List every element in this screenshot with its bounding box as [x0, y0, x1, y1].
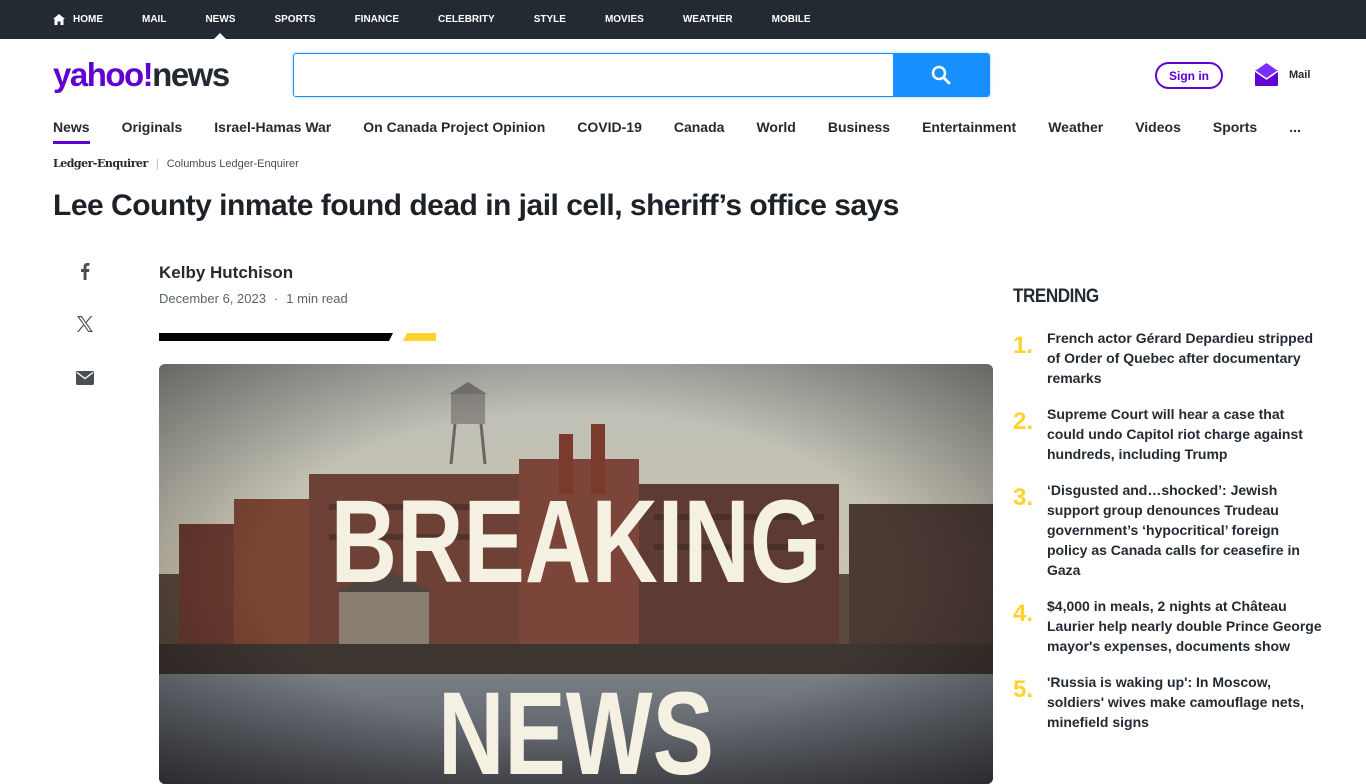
- facebook-icon: [81, 263, 90, 280]
- subnav-entertainment[interactable]: Entertainment: [922, 112, 1016, 144]
- sign-in-button[interactable]: Sign in: [1155, 62, 1223, 89]
- trending-title: TRENDING: [1013, 286, 1099, 307]
- subnav-news[interactable]: News: [53, 112, 90, 144]
- subnav-videos[interactable]: Videos: [1135, 112, 1181, 144]
- topnav-movies[interactable]: MOVIES: [605, 0, 644, 39]
- trending-item[interactable]: 2. Supreme Court will hear a case that c…: [1013, 404, 1323, 464]
- email-icon: [76, 371, 94, 385]
- section-nav: News Originals Israel-Hamas War On Canad…: [53, 112, 1333, 144]
- trending-number: 5.: [1013, 676, 1034, 703]
- mail-label: Mail: [1289, 68, 1311, 81]
- article-hero-image[interactable]: BREAKING NEWS: [159, 364, 993, 784]
- breaking-news-graphic: BREAKING NEWS: [159, 364, 993, 784]
- trending-number: 3.: [1013, 484, 1034, 511]
- topnav-mail[interactable]: MAIL: [142, 0, 166, 39]
- top-bar: HOME MAIL NEWS SPORTS FINANCE CELEBRITY …: [0, 0, 1366, 39]
- subnav-business[interactable]: Business: [828, 112, 890, 144]
- logo-section: news: [152, 56, 230, 93]
- trending-link[interactable]: ‘Disgusted and…shocked’: Jewish support …: [1047, 480, 1323, 580]
- article-meta: December 6, 2023 · 1 min read: [159, 291, 348, 306]
- subnav-sports[interactable]: Sports: [1213, 112, 1257, 144]
- subnav-israel-hamas-war[interactable]: Israel-Hamas War: [214, 112, 331, 144]
- source-name: Columbus Ledger-Enquirer: [166, 157, 299, 170]
- trending-link[interactable]: 'Russia is waking up': In Moscow, soldie…: [1047, 672, 1323, 732]
- topnav-mobile[interactable]: MOBILE: [772, 0, 811, 39]
- topnav-news[interactable]: NEWS: [205, 0, 235, 39]
- mail-icon: [1254, 63, 1279, 86]
- subnav-world[interactable]: World: [756, 112, 795, 144]
- share-x-button[interactable]: [74, 313, 96, 335]
- subnav-weather[interactable]: Weather: [1048, 112, 1103, 144]
- subnav-covid[interactable]: COVID-19: [577, 112, 642, 144]
- trending-link[interactable]: Supreme Court will hear a case that coul…: [1047, 404, 1323, 464]
- trending-item[interactable]: 1. French actor Gérard Depardieu strippe…: [1013, 328, 1323, 388]
- hero-breaking-text: BREAKING: [331, 476, 822, 608]
- search-bar: [293, 53, 990, 97]
- article-headline: Lee County inmate found dead in jail cel…: [53, 189, 899, 222]
- topnav-finance[interactable]: FINANCE: [355, 0, 399, 39]
- trending-link[interactable]: French actor Gérard Depardieu stripped o…: [1047, 328, 1323, 388]
- article-date: December 6, 2023: [159, 291, 266, 306]
- decorative-stripe: [159, 333, 436, 341]
- search-icon: [931, 65, 951, 85]
- top-nav: HOME MAIL NEWS SPORTS FINANCE CELEBRITY …: [53, 0, 850, 39]
- subnav-more[interactable]: ...: [1289, 112, 1301, 144]
- logo-brand: yahoo!: [53, 56, 154, 93]
- share-email-button[interactable]: [74, 367, 96, 389]
- article-read-time: 1 min read: [286, 291, 348, 306]
- trending-item[interactable]: 5. 'Russia is waking up': In Moscow, sol…: [1013, 672, 1323, 732]
- trending-link[interactable]: $4,000 in meals, 2 nights at Château Lau…: [1047, 596, 1323, 656]
- article-author[interactable]: Kelby Hutchison: [159, 263, 293, 283]
- subnav-originals[interactable]: Originals: [122, 112, 183, 144]
- trending-number: 1.: [1013, 332, 1034, 359]
- topnav-home[interactable]: HOME: [53, 0, 103, 39]
- topnav-home-label: HOME: [73, 14, 103, 25]
- trending-number: 2.: [1013, 408, 1034, 435]
- meta-separator: ·: [273, 291, 279, 306]
- share-facebook-button[interactable]: [74, 260, 96, 282]
- trending-number: 4.: [1013, 600, 1034, 627]
- trending-list: 1. French actor Gérard Depardieu strippe…: [1013, 328, 1323, 748]
- topnav-celebrity[interactable]: CELEBRITY: [438, 0, 495, 39]
- x-icon: [77, 316, 93, 332]
- trending-item[interactable]: 3. ‘Disgusted and…shocked’: Jewish suppo…: [1013, 480, 1323, 580]
- search-input[interactable]: [294, 54, 893, 96]
- trending-item[interactable]: 4. $4,000 in meals, 2 nights at Château …: [1013, 596, 1323, 656]
- search-button[interactable]: [893, 54, 989, 96]
- subnav-on-canada[interactable]: On Canada Project Opinion: [363, 112, 545, 144]
- home-icon: [53, 14, 65, 25]
- mail-link[interactable]: Mail: [1254, 62, 1310, 87]
- source-divider: |: [155, 157, 159, 170]
- source-logo[interactable]: Ledger-Enquirer: [53, 157, 148, 170]
- topnav-style[interactable]: STYLE: [534, 0, 566, 39]
- article-source: Ledger-Enquirer | Columbus Ledger-Enquir…: [53, 157, 299, 170]
- subnav-canada[interactable]: Canada: [674, 112, 725, 144]
- hero-news-text: NEWS: [438, 668, 714, 784]
- topnav-weather[interactable]: WEATHER: [683, 0, 733, 39]
- topnav-sports[interactable]: SPORTS: [274, 0, 315, 39]
- yahoo-news-logo[interactable]: yahoo!news: [53, 56, 230, 94]
